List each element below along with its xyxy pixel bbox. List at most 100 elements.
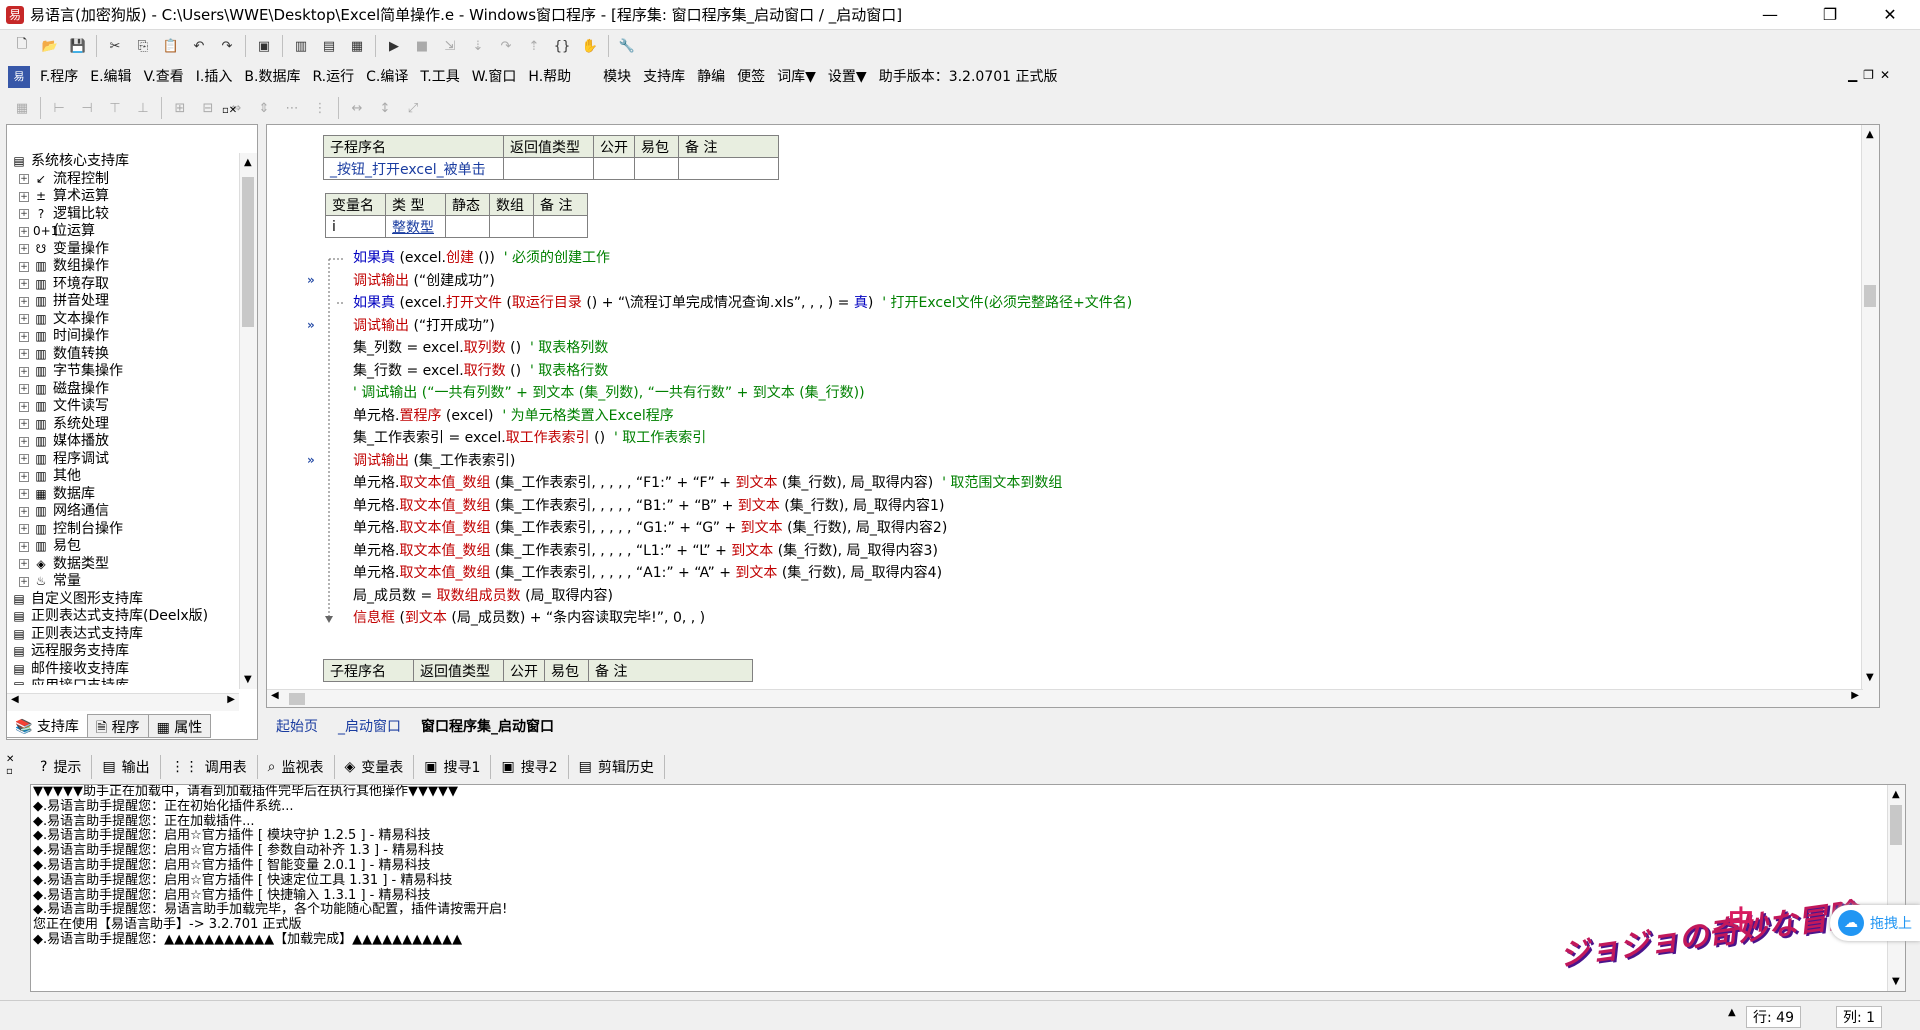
expand-icon[interactable]: +: [19, 209, 29, 220]
tree-item[interactable]: + ▥ 数值转换: [11, 346, 257, 364]
menu-tools[interactable]: T.工具: [414, 62, 465, 92]
code-lines[interactable]: 如果真 (excel.创建 ()) ' 必须的创建工作 调试输出 (“创建成功”)…: [353, 247, 1132, 630]
tree-item[interactable]: + ▥ 系统处理: [11, 416, 257, 434]
scroll-up-icon[interactable]: ▲: [244, 157, 252, 168]
status-up-icon[interactable]: ▲: [1728, 1007, 1736, 1018]
expand-icon[interactable]: +: [19, 349, 29, 360]
code-line[interactable]: 信息框 (到文本 (局_成员数) + “条内容读取完毕!”, 0, , ): [353, 607, 1132, 630]
tree-item[interactable]: ▤ 正则表达式支持库(Deelx版): [11, 608, 257, 626]
open-file-icon[interactable]: 📂: [38, 34, 62, 58]
layout3-icon[interactable]: ▦: [345, 34, 369, 58]
scroll-down-icon[interactable]: ▼: [1892, 976, 1900, 987]
expand-icon[interactable]: +: [19, 314, 29, 325]
tab-startup-window[interactable]: _启动窗口: [328, 714, 411, 738]
scroll-thumb[interactable]: [242, 177, 254, 327]
code-line[interactable]: 单元格.取文本值_数组 (集_工作表索引, , , , , “A1:” + “A…: [353, 562, 1132, 585]
menu-compile[interactable]: C.编译: [360, 62, 414, 92]
scroll-down-icon[interactable]: ▼: [1866, 672, 1874, 683]
expand-icon[interactable]: +: [19, 454, 29, 465]
tree-item[interactable]: + ▦ 数据库: [11, 486, 257, 504]
empty-cell[interactable]: [678, 157, 779, 180]
center-v-icon[interactable]: ⊟: [196, 96, 220, 120]
tree-item[interactable]: + ☋ 变量操作: [11, 241, 257, 259]
scroll-left-icon[interactable]: ◀: [271, 690, 279, 701]
side-widget[interactable]: ☁ 拖拽上: [1830, 905, 1920, 941]
space-v-icon[interactable]: ⋮: [308, 96, 332, 120]
maximize-button[interactable]: ❐: [1800, 0, 1860, 30]
mdi-minimize-icon[interactable]: ▁: [1848, 68, 1857, 82]
scroll-thumb[interactable]: [1890, 805, 1902, 845]
run-icon[interactable]: ▶: [382, 34, 406, 58]
tree-item[interactable]: ▤ 邮件接收支持库: [11, 661, 257, 679]
menu-module[interactable]: 模块: [597, 62, 637, 92]
empty-cell[interactable]: [533, 215, 588, 238]
tab-properties[interactable]: ▦ 属性: [147, 714, 212, 738]
tree-item[interactable]: + ▥ 拼音处理: [11, 293, 257, 311]
tab-watch[interactable]: ⌕ 监视表: [258, 755, 335, 779]
new-file-icon[interactable]: 🗋: [10, 34, 34, 58]
find-icon[interactable]: ▣: [252, 34, 276, 58]
tree-scrollbar[interactable]: ▲ ▼: [239, 153, 257, 689]
paste-icon[interactable]: 📋: [159, 34, 183, 58]
align-grid-icon[interactable]: ▦: [10, 96, 34, 120]
empty-cell[interactable]: [634, 157, 679, 180]
menu-settings[interactable]: 设置▼: [822, 62, 873, 92]
redo-icon[interactable]: ↷: [215, 34, 239, 58]
menu-static[interactable]: 静编: [691, 62, 731, 92]
braces-icon[interactable]: {}: [550, 34, 574, 58]
code-line[interactable]: 单元格.取文本值_数组 (集_工作表索引, , , , , “F1:” + “F…: [353, 472, 1132, 495]
panel-pin-icon[interactable]: ▫✕: [222, 105, 237, 116]
code-line[interactable]: 调试输出 (集_工作表索引): [353, 450, 1132, 473]
menu-program[interactable]: F.程序: [34, 62, 84, 92]
tab-window-assembly[interactable]: 窗口程序集_启动窗口: [411, 714, 564, 738]
tree-item[interactable]: + ▥ 文件读写: [11, 398, 257, 416]
code-line[interactable]: 单元格.取文本值_数组 (集_工作表索引, , , , , “G1:” + “G…: [353, 517, 1132, 540]
assistant-icon[interactable]: 🔧: [615, 34, 639, 58]
output-scrollbar[interactable]: ▲ ▼: [1887, 785, 1905, 991]
tree-item[interactable]: + ▥ 其他: [11, 468, 257, 486]
expand-icon[interactable]: +: [19, 261, 29, 272]
expand-icon[interactable]: +: [19, 506, 29, 517]
code-line[interactable]: 单元格.取文本值_数组 (集_工作表索引, , , , , “L1:” + “L…: [353, 540, 1132, 563]
expand-icon[interactable]: +: [19, 436, 29, 447]
same-height-icon[interactable]: ⇕: [252, 96, 276, 120]
scroll-left-icon[interactable]: ◀: [11, 694, 19, 705]
expand-icon[interactable]: +: [19, 366, 29, 377]
hscroll-thumb[interactable]: [289, 693, 305, 705]
code-editor[interactable]: 子程序名 返回值类型 公开 易包 备 注 _按钮_打开excel_被单击 变量名…: [266, 124, 1880, 708]
menu-dict[interactable]: 词库▼: [771, 62, 822, 92]
expand-icon[interactable]: +: [19, 559, 29, 570]
variable-type[interactable]: 整数型: [385, 215, 446, 238]
menu-window[interactable]: W.窗口: [466, 62, 523, 92]
stop-icon[interactable]: ■: [410, 34, 434, 58]
expand-icon[interactable]: +: [19, 524, 29, 535]
scroll-right-icon[interactable]: ▶: [227, 694, 235, 705]
code-line[interactable]: 调试输出 (“创建成功”): [353, 270, 1132, 293]
step-icon[interactable]: ⇲: [438, 34, 462, 58]
undo-icon[interactable]: ↶: [187, 34, 211, 58]
editor-hscrollbar[interactable]: ◀ ▶: [267, 689, 1863, 707]
menu-run[interactable]: R.运行: [306, 62, 360, 92]
space-h-icon[interactable]: ⋯: [280, 96, 304, 120]
tree-item[interactable]: + ▥ 磁盘操作: [11, 381, 257, 399]
expand-icon[interactable]: +: [19, 401, 29, 412]
code-line[interactable]: 集_列数 = excel.取列数 () ' 取表格列数: [353, 337, 1132, 360]
layout2-icon[interactable]: ▤: [317, 34, 341, 58]
tree-item[interactable]: + ◈ 数据类型: [11, 556, 257, 574]
tree-item[interactable]: + ▥ 控制台操作: [11, 521, 257, 539]
code-line[interactable]: 如果真 (excel.打开文件 (取运行目录 () + “\流程订单完成情况查询…: [353, 292, 1132, 315]
menu-view[interactable]: V.查看: [138, 62, 190, 92]
cut-icon[interactable]: ✂: [103, 34, 127, 58]
code-line[interactable]: 集_工作表索引 = excel.取工作表索引 () ' 取工作表索引: [353, 427, 1132, 450]
expand-icon[interactable]: +: [19, 489, 29, 500]
step-into-icon[interactable]: ⇣: [466, 34, 490, 58]
tab-hint[interactable]: ? 提示: [30, 755, 93, 779]
close-button[interactable]: ✕: [1860, 0, 1920, 30]
scroll-thumb[interactable]: [1864, 285, 1876, 307]
menu-database[interactable]: B.数据库: [238, 62, 306, 92]
menu-edit[interactable]: E.编辑: [84, 62, 137, 92]
menu-support[interactable]: 支持库: [637, 62, 691, 92]
save-icon[interactable]: 💾: [66, 34, 90, 58]
code-line[interactable]: 单元格.置程序 (excel) ' 为单元格类置入Excel程序: [353, 405, 1132, 428]
tree-item[interactable]: ▤ 正则表达式支持库: [11, 626, 257, 644]
